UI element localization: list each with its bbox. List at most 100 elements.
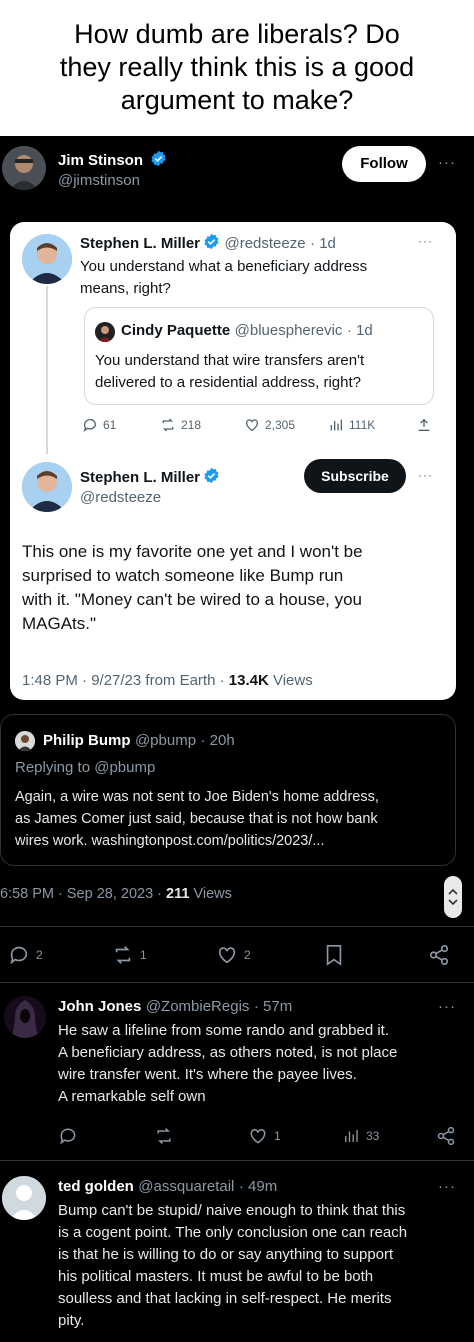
- reply-1-line: wire transfer went. It's where the payee…: [58, 1066, 357, 1083]
- philip-bump-avatar[interactable]: [15, 731, 35, 751]
- quote-author-name[interactable]: Cindy Paquette: [121, 322, 230, 339]
- quote-author-handle[interactable]: @bluespherevic: [235, 322, 343, 339]
- stephen-miller-avatar[interactable]: [22, 234, 72, 284]
- card-more-icon[interactable]: ···: [418, 468, 433, 482]
- ted-golden-avatar[interactable]: [2, 1176, 46, 1220]
- quoted-reply-author-row: Philip Bump @pbump · 20h: [43, 732, 235, 750]
- quote-author-row: Cindy Paquette @bluespherevic · 1d: [121, 322, 373, 340]
- reply-2-line: soulless and that lacking in self-respec…: [58, 1290, 392, 1307]
- divider: [0, 982, 474, 983]
- reply-2-time[interactable]: · 49m: [239, 1178, 277, 1195]
- card-views-count: 13.4K: [228, 672, 269, 689]
- share-icon: [429, 945, 449, 965]
- scroll-toggle[interactable]: [444, 876, 462, 918]
- repost-count-button[interactable]: 218: [160, 417, 201, 433]
- heart-icon: [218, 947, 236, 964]
- quote-time[interactable]: · 1d: [347, 322, 373, 339]
- jim-stinson-avatar[interactable]: [2, 146, 46, 190]
- quoted-reply-handle[interactable]: @pbump: [135, 732, 196, 749]
- like-count-button[interactable]: 2,305: [244, 417, 295, 433]
- share-icon: [437, 1126, 455, 1146]
- reply-count-button[interactable]: 61: [82, 417, 116, 433]
- meme-caption: How dumb are liberals? Do they really th…: [0, 0, 474, 136]
- reply-count: 2: [36, 948, 43, 962]
- card-tweet-text: This one is my favorite one yet and I wo…: [22, 540, 363, 636]
- reply-1-like-button[interactable]: 1: [248, 1126, 281, 1146]
- card-author-name[interactable]: Stephen L. Miller: [80, 469, 200, 486]
- reply-author-name[interactable]: Stephen L. Miller: [80, 235, 200, 252]
- like-count: 2: [244, 948, 251, 962]
- bookmark-icon: [326, 945, 342, 966]
- caption-line-3: argument to make?: [120, 85, 354, 115]
- tweet-views-label: Views: [193, 886, 232, 902]
- reply-icon: [10, 946, 28, 965]
- replying-to[interactable]: Replying to @pbump: [15, 759, 155, 776]
- reply-author-handle[interactable]: @redsteeze: [224, 235, 305, 252]
- card-text-line: with it. "Money can't be wired to a hous…: [22, 590, 363, 609]
- card-timestamp[interactable]: 1:48 PM · 9/27/23 from Earth ·: [22, 672, 225, 689]
- repost-button[interactable]: 1: [112, 944, 147, 966]
- quoted-reply-card[interactable]: Philip Bump @pbump · 20h Replying to @pb…: [0, 714, 456, 866]
- verified-badge-icon: [203, 233, 220, 250]
- tweet-views-count: 211: [166, 886, 190, 902]
- thread-line: [46, 286, 48, 454]
- jim-stinson-name-row[interactable]: Jim Stinson: [58, 150, 167, 170]
- stephen-miller-avatar[interactable]: [22, 462, 72, 512]
- reply-2-text: Bump can't be stupid/ naive enough to th…: [58, 1200, 407, 1332]
- repost-icon: [162, 418, 174, 432]
- reply-1-time[interactable]: · 57m: [254, 998, 292, 1015]
- quoted-tweet[interactable]: Cindy Paquette @bluespherevic · 1d You u…: [84, 307, 434, 405]
- card-text-line: surprised to watch someone like Bump run: [22, 566, 344, 585]
- reply-1-handle[interactable]: @ZombieRegis: [146, 998, 250, 1015]
- cindy-paquette-avatar[interactable]: [95, 322, 115, 342]
- john-jones-avatar[interactable]: [4, 996, 46, 1038]
- follow-button[interactable]: Follow: [342, 146, 426, 182]
- share-button[interactable]: [416, 417, 432, 433]
- reply-1-repost-button[interactable]: [154, 1126, 174, 1146]
- more-options-icon[interactable]: ···: [438, 154, 456, 171]
- quote-text-line: You understand that wire transfers aren'…: [95, 352, 365, 369]
- reply-2-handle[interactable]: @assquaretail: [138, 1178, 234, 1195]
- reply-text-line: You understand what a beneficiary addres…: [80, 258, 368, 275]
- author-handle[interactable]: @jimstinson: [58, 172, 140, 189]
- bookmark-button[interactable]: [324, 944, 344, 966]
- reply-1-author-name[interactable]: John Jones: [58, 998, 141, 1015]
- caption-line-1: How dumb are liberals? Do: [74, 19, 400, 49]
- reply-button[interactable]: 2: [8, 944, 43, 966]
- view-count-button[interactable]: 111K: [328, 417, 375, 433]
- reply-icon: [83, 419, 96, 432]
- quoted-reply-time[interactable]: · 20h: [201, 732, 235, 749]
- reply-1-line: A remarkable self own: [58, 1088, 206, 1105]
- reply-1-share-button[interactable]: [436, 1126, 456, 1146]
- repost-count: 218: [181, 418, 202, 432]
- author-name[interactable]: Jim Stinson: [58, 152, 143, 169]
- reply-2-more-icon[interactable]: ···: [438, 1178, 456, 1195]
- subscribe-button[interactable]: Subscribe: [304, 459, 406, 493]
- reply-time[interactable]: · 1d: [310, 235, 336, 252]
- reply-1-author-row: John Jones @ZombieRegis · 57m: [58, 998, 292, 1016]
- reply-text-line: means, right?: [80, 280, 171, 297]
- quote-text: You understand that wire transfers aren'…: [95, 350, 364, 394]
- quote-text-line: delivered to a residential address, righ…: [95, 374, 361, 391]
- reply-1-more-icon[interactable]: ···: [438, 998, 456, 1015]
- reply-icon: [60, 1128, 76, 1145]
- verified-badge-icon: [203, 467, 220, 484]
- reply-2-line: pity.: [58, 1312, 85, 1329]
- quoted-reply-text: Again, a wire was not sent to Joe Biden'…: [15, 786, 379, 852]
- card-author-row: Stephen L. Miller: [80, 467, 220, 487]
- reply-author-row: Stephen L. Miller @redsteeze · 1d: [80, 233, 336, 253]
- reply-2-author-name[interactable]: ted golden: [58, 1178, 134, 1195]
- reply-1-reply-button[interactable]: [58, 1126, 78, 1146]
- reply-1-views-button[interactable]: 33: [342, 1126, 379, 1146]
- reply-2-line: is that he is willing to do or say anyth…: [58, 1246, 394, 1263]
- reply-1-like-count: 1: [274, 1129, 281, 1143]
- like-button[interactable]: 2: [216, 944, 251, 966]
- reply-1-text: He saw a lifeline from some rando and gr…: [58, 1020, 397, 1108]
- divider: [0, 926, 474, 927]
- reply-more-icon[interactable]: ···: [418, 234, 433, 248]
- reply-2-author-row: ted golden @assquaretail · 49m: [58, 1178, 277, 1196]
- quoted-reply-author-name[interactable]: Philip Bump: [43, 732, 131, 749]
- share-button[interactable]: [428, 944, 450, 966]
- card-author-handle[interactable]: @redsteeze: [80, 489, 161, 506]
- tweet-timestamp[interactable]: 6:58 PM · Sep 28, 2023 ·: [0, 886, 162, 902]
